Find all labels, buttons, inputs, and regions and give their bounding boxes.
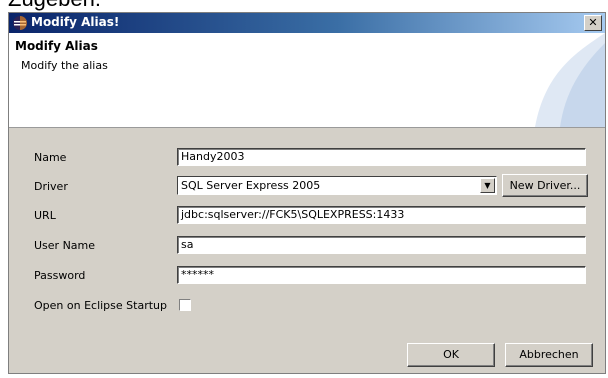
dropdown-arrow-icon[interactable]: ▼ xyxy=(480,178,495,193)
open-on-startup-checkbox[interactable] xyxy=(179,299,191,311)
url-field[interactable]: jdbc:sqlserver://FCK5\SQLEXPRESS:1433 xyxy=(177,206,586,224)
close-icon[interactable]: ✕ xyxy=(584,15,602,31)
header-title: Modify Alias xyxy=(15,39,98,53)
page-caption: Zugeben: xyxy=(8,0,101,12)
cancel-button[interactable]: Abbrechen xyxy=(505,343,593,367)
header-description: Modify the alias xyxy=(21,59,108,72)
name-field[interactable]: Handy2003 xyxy=(177,148,586,166)
eclipse-icon xyxy=(13,16,27,30)
driver-select[interactable]: SQL Server Express 2005 ▼ xyxy=(177,176,497,195)
modify-alias-dialog: Modify Alias! ✕ Modify Alias Modify the … xyxy=(8,12,606,374)
name-label: Name xyxy=(34,151,67,164)
driver-select-value: SQL Server Express 2005 xyxy=(181,179,321,192)
password-field[interactable]: ****** xyxy=(177,266,586,284)
open-on-startup-label: Open on Eclipse Startup xyxy=(34,299,167,312)
new-driver-button[interactable]: New Driver... xyxy=(502,174,588,197)
window-title: Modify Alias! xyxy=(31,15,120,29)
title-bar[interactable]: Modify Alias! ✕ xyxy=(9,13,605,33)
dialog-header: Modify Alias Modify the alias xyxy=(9,33,605,128)
driver-label: Driver xyxy=(34,180,68,193)
url-label: URL xyxy=(34,209,56,222)
header-banner-graphic xyxy=(535,33,605,127)
user-name-field[interactable]: sa xyxy=(177,236,586,254)
user-name-label: User Name xyxy=(34,239,96,252)
password-label: Password xyxy=(34,269,86,282)
ok-button[interactable]: OK xyxy=(407,343,495,367)
